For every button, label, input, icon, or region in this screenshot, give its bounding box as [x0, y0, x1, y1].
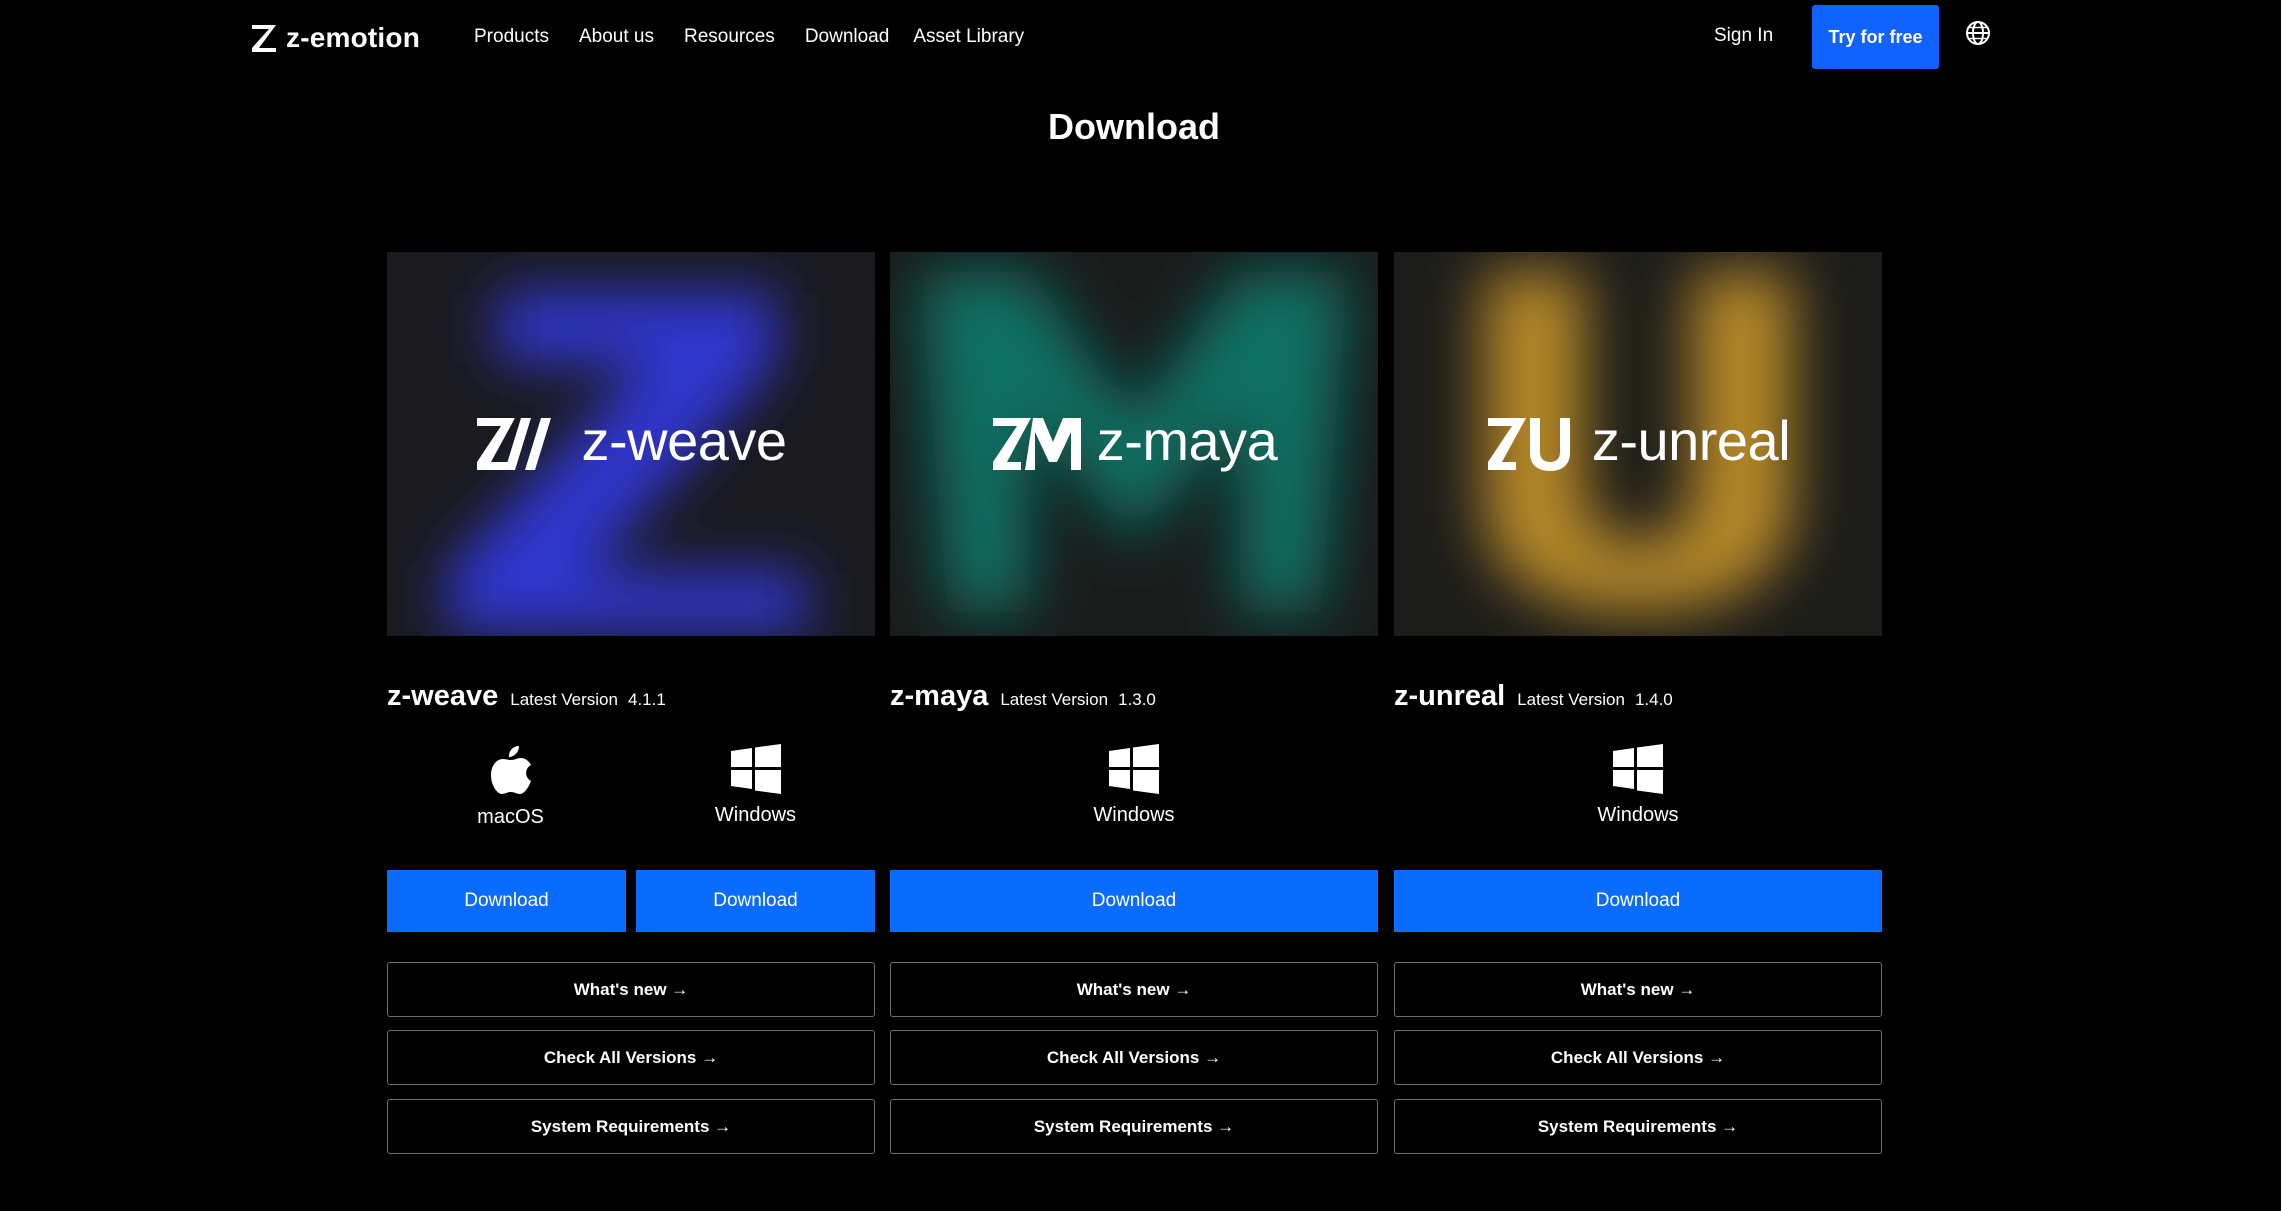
- logo[interactable]: z-emotion: [250, 20, 420, 56]
- nav-download[interactable]: Download: [805, 26, 890, 48]
- main-nav: Products About us Resources Download Ass…: [474, 26, 1024, 48]
- product-title-row: z-unreal Latest Version 1.4.0: [1394, 680, 1673, 713]
- hero-image-z-weave: z-weave: [387, 252, 875, 636]
- version-number: 4.1.1: [627, 690, 666, 709]
- platform-windows: Windows: [1394, 744, 1882, 827]
- nav-products[interactable]: Products: [474, 26, 549, 48]
- hero-brand-z-weave: z-weave: [387, 252, 875, 636]
- product-title-row: z-weave Latest Version 4.1.1: [387, 680, 666, 713]
- product-name: z-weave: [387, 680, 499, 712]
- nav-resources[interactable]: Resources: [684, 26, 775, 48]
- z-logo-icon: [252, 25, 276, 52]
- zw-logo-icon: [477, 418, 552, 470]
- version-label: Latest Version: [510, 690, 618, 709]
- platform-list: macOS Windows: [387, 744, 875, 834]
- try-for-free-button[interactable]: Try for free: [1812, 5, 1939, 69]
- product-name: z-unreal: [1394, 680, 1506, 712]
- download-windows-button[interactable]: Download: [890, 870, 1378, 932]
- platform-label: Windows: [1093, 804, 1175, 826]
- hero-product-name: z-unreal: [1591, 408, 1791, 472]
- platform-windows: Windows: [890, 744, 1378, 827]
- hero-image-z-unreal: z-unreal: [1394, 252, 1882, 636]
- hero-product-name: z-maya: [1096, 408, 1278, 472]
- windows-icon: [1109, 744, 1159, 794]
- zu-logo-icon: [1487, 418, 1570, 471]
- platform-windows: Windows: [636, 744, 875, 827]
- system-requirements-button[interactable]: System Requirements →: [387, 1099, 875, 1154]
- nav-about-us[interactable]: About us: [579, 26, 654, 48]
- download-macos-button[interactable]: Download: [387, 870, 626, 932]
- apple-icon: [490, 746, 531, 794]
- system-requirements-button[interactable]: System Requirements →: [1394, 1099, 1882, 1154]
- sign-in-link[interactable]: Sign In: [1714, 25, 1773, 47]
- version-label: Latest Version: [1000, 690, 1109, 709]
- download-buttons: Download Download: [387, 870, 875, 932]
- download-windows-button[interactable]: Download: [1394, 870, 1882, 932]
- version-number: 1.4.0: [1634, 690, 1673, 709]
- system-requirements-button[interactable]: System Requirements →: [890, 1099, 1378, 1154]
- windows-icon: [1613, 744, 1663, 794]
- version-label: Latest Version: [1517, 690, 1625, 709]
- whats-new-button[interactable]: What's new →: [387, 962, 875, 1017]
- whats-new-button[interactable]: What's new →: [1394, 962, 1882, 1017]
- page-title: Download: [1048, 106, 1220, 147]
- hero-image-z-maya: z-maya: [890, 252, 1378, 636]
- whats-new-button[interactable]: What's new →: [890, 962, 1378, 1017]
- windows-icon: [730, 744, 781, 794]
- hero-brand-z-unreal: z-unreal: [1394, 252, 1882, 636]
- platform-list: Windows: [890, 744, 1378, 834]
- zm-logo-icon: [992, 418, 1081, 470]
- platform-list: Windows: [1394, 744, 1882, 834]
- check-all-versions-button[interactable]: Check All Versions →: [1394, 1030, 1882, 1085]
- product-card-z-weave: z-weave z-weave Latest Version 4.1.1 mac…: [387, 252, 875, 1154]
- check-all-versions-button[interactable]: Check All Versions →: [890, 1030, 1378, 1085]
- hero-product-name: z-weave: [581, 408, 787, 472]
- globe-icon[interactable]: [1965, 20, 1991, 46]
- check-all-versions-button[interactable]: Check All Versions →: [387, 1030, 875, 1085]
- version-number: 1.3.0: [1118, 690, 1156, 709]
- download-windows-button[interactable]: Download: [636, 870, 875, 932]
- download-buttons: Download: [890, 870, 1378, 932]
- product-card-z-unreal: z-unreal z-unreal Latest Version 1.4.0 W…: [1394, 252, 1882, 1154]
- logo-text: z-emotion: [286, 22, 421, 53]
- product-name: z-maya: [890, 680, 989, 712]
- product-card-z-maya: z-maya z-maya Latest Version 1.3.0 Windo…: [890, 252, 1378, 1154]
- download-buttons: Download: [1394, 870, 1882, 932]
- top-navigation: z-emotion Products About us Resources Do…: [0, 0, 2281, 78]
- platform-label: Windows: [1597, 804, 1679, 826]
- nav-asset-library[interactable]: Asset Library: [913, 26, 1024, 48]
- hero-brand-z-maya: z-maya: [890, 252, 1378, 636]
- platform-label: macOS: [477, 806, 544, 828]
- platform-macos: macOS: [391, 744, 630, 829]
- platform-label: Windows: [714, 804, 797, 826]
- product-title-row: z-maya Latest Version 1.3.0: [890, 680, 1156, 713]
